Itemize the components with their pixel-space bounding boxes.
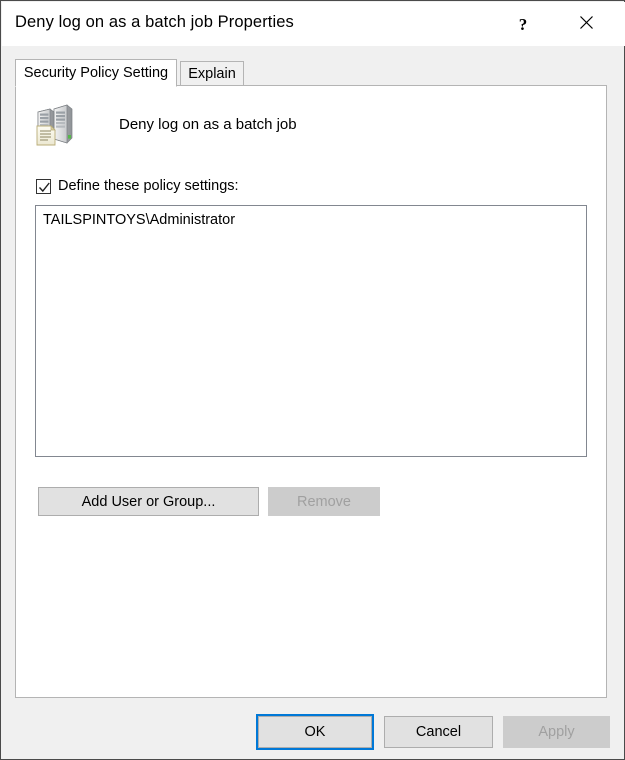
window-title: Deny log on as a batch job Properties xyxy=(15,13,294,31)
tab-panel-security-policy-setting: Deny log on as a batch job Define these … xyxy=(15,85,607,698)
question-mark-icon: ? xyxy=(518,14,528,34)
policy-header: Deny log on as a batch job xyxy=(30,100,297,148)
tab-explain[interactable]: Explain xyxy=(180,61,244,86)
ok-button[interactable]: OK xyxy=(256,714,374,750)
help-button[interactable]: ? xyxy=(500,2,546,46)
title-bar: Deny log on as a batch job Properties ? xyxy=(2,2,625,46)
add-user-or-group-button[interactable]: Add User or Group... xyxy=(38,487,259,516)
server-policy-icon xyxy=(30,100,78,148)
policy-name-label: Deny log on as a batch job xyxy=(119,115,297,133)
properties-dialog: Deny log on as a batch job Properties ? … xyxy=(0,0,625,760)
define-policy-settings-label: Define these policy settings: xyxy=(58,178,239,194)
close-icon xyxy=(579,15,594,33)
remove-button: Remove xyxy=(268,487,380,516)
cancel-button[interactable]: Cancel xyxy=(384,716,493,748)
list-item[interactable]: TAILSPINTOYS\Administrator xyxy=(36,206,586,228)
close-button[interactable] xyxy=(563,2,609,46)
checkmark-icon xyxy=(38,182,50,192)
define-policy-settings-checkbox[interactable]: Define these policy settings: xyxy=(36,178,239,194)
apply-button: Apply xyxy=(503,716,610,748)
policy-members-listbox[interactable]: TAILSPINTOYS\Administrator xyxy=(35,205,587,457)
checkbox-box xyxy=(36,178,51,194)
tab-security-policy-setting[interactable]: Security Policy Setting xyxy=(15,59,177,87)
